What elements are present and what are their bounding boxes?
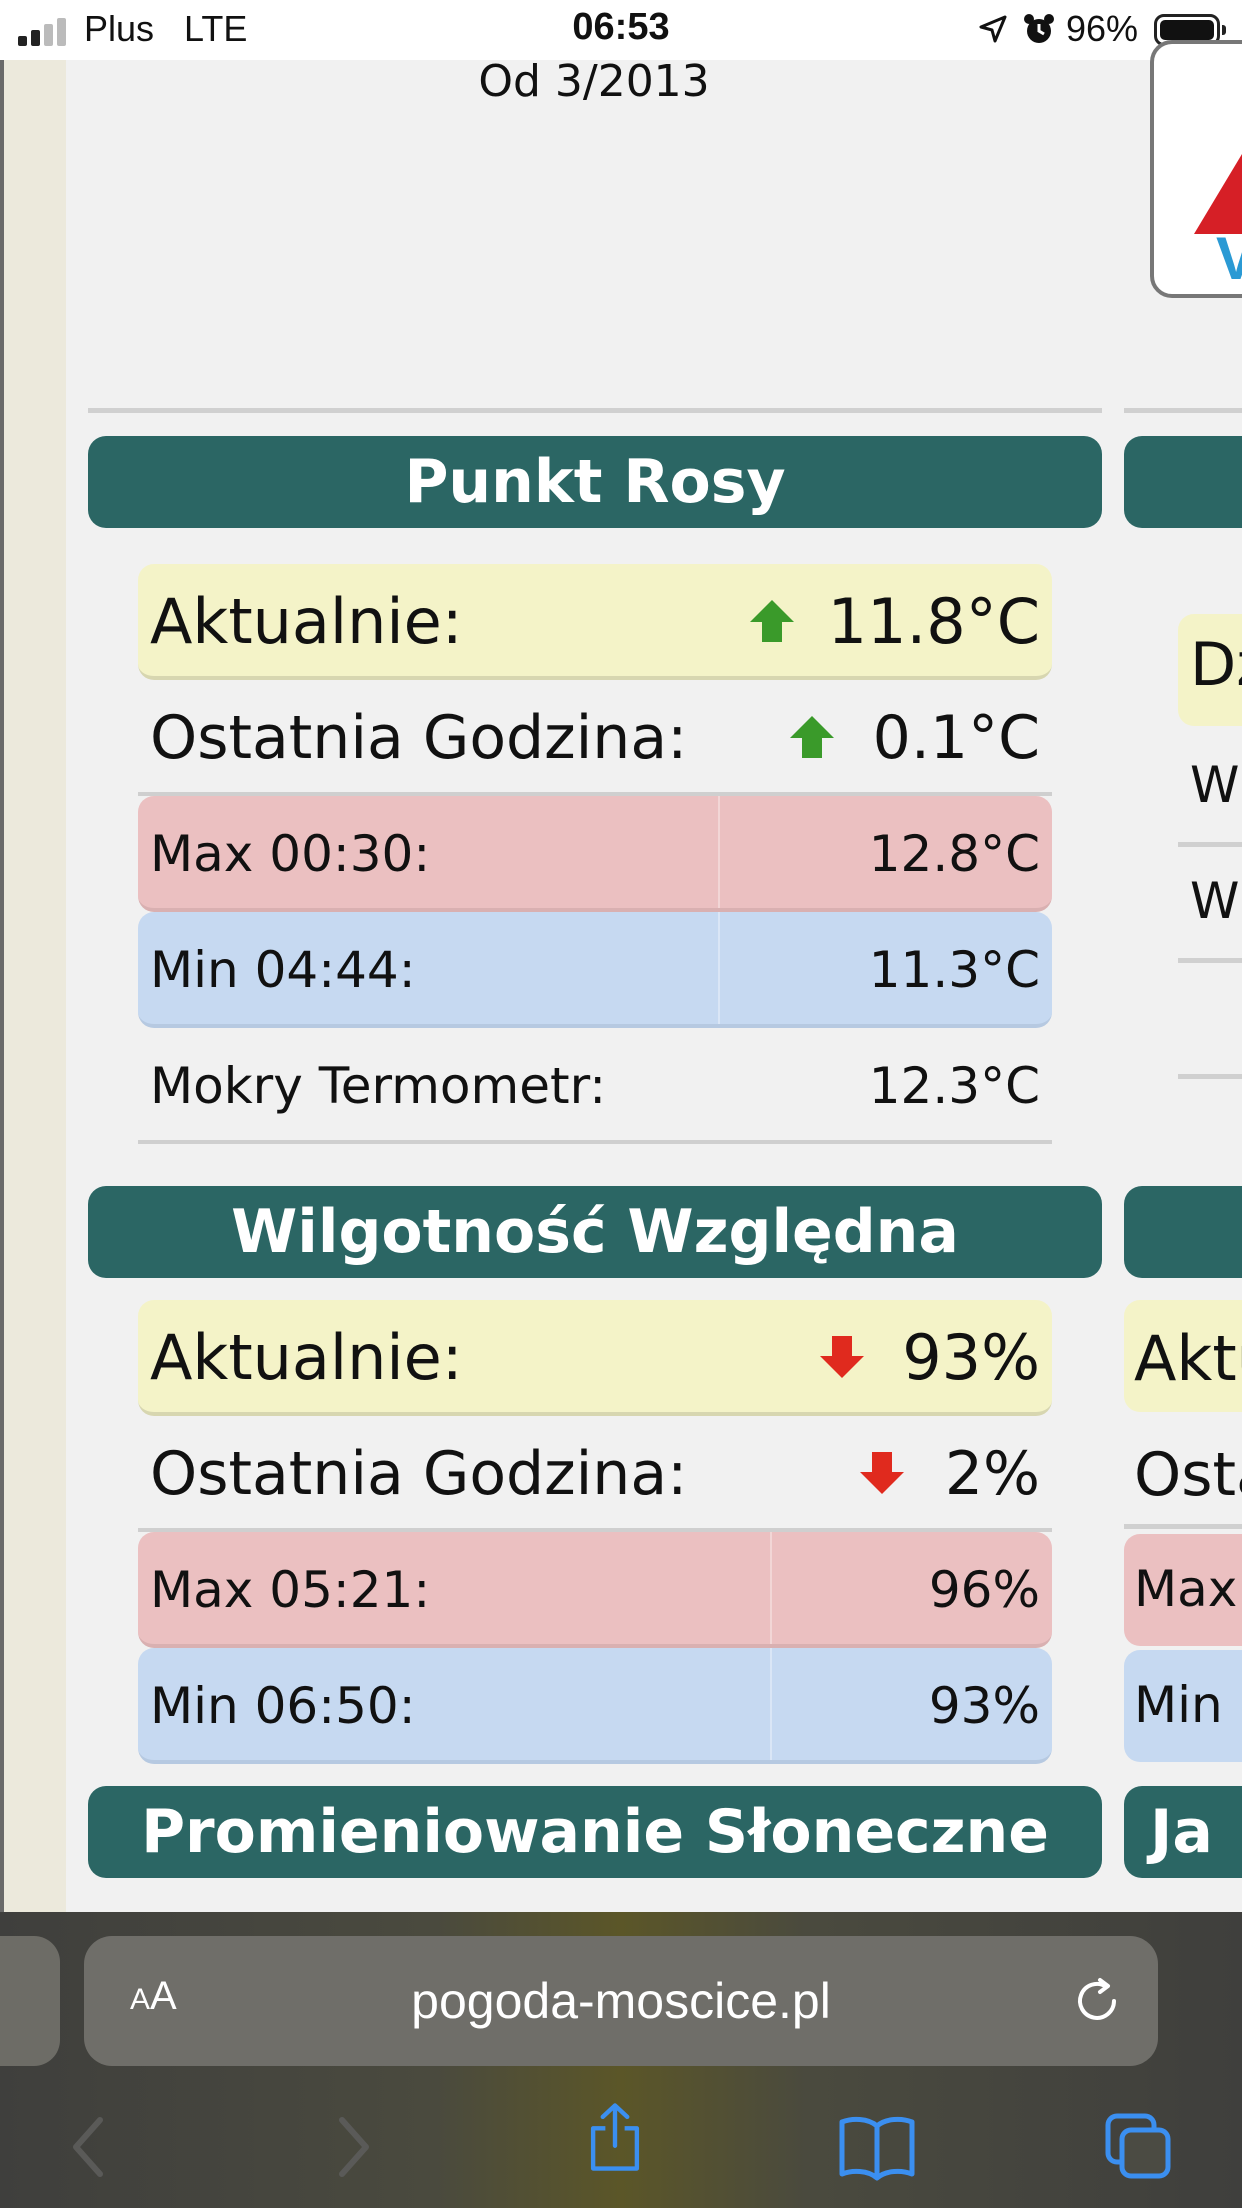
battery-percent: 96%: [1066, 8, 1139, 49]
browser-toolbar: AA pogoda-moscice.pl: [0, 1912, 1242, 2208]
divider: [1178, 842, 1242, 847]
address-bar[interactable]: AA pogoda-moscice.pl: [84, 1936, 1158, 2066]
reload-icon[interactable]: [1070, 1974, 1124, 2028]
right-column-text: Max: [1134, 1560, 1238, 1618]
humidity-last-hour-row: Ostatnia Godzina: 2%: [138, 1416, 1052, 1532]
dew-point-max-row: Max 00:30: 12.8°C: [138, 796, 1052, 912]
row-label: Max 00:30:: [150, 825, 431, 883]
right-column-header: Ja: [1124, 1786, 1242, 1878]
dew-point-current-row: Aktualnie: 11.8°C: [138, 564, 1052, 680]
humidity-current-row: Aktualnie: 93%: [138, 1300, 1052, 1416]
bookmarks-icon[interactable]: [838, 2112, 916, 2182]
trend-down-icon: [820, 1336, 864, 1380]
row-label: Aktualnie:: [150, 585, 463, 658]
right-column-text: Osta: [1134, 1440, 1242, 1510]
right-column-text: W: [1190, 872, 1240, 930]
dew-point-header: Punkt Rosy: [88, 436, 1102, 528]
humidity-min-row: Min 06:50: 93%: [138, 1648, 1052, 1764]
dew-point-wet-bulb-row: Mokry Termometr: 12.3°C: [138, 1028, 1052, 1144]
humidity-table: Aktualnie: 93% Ostatnia Godzina: 2% Max …: [138, 1300, 1052, 1764]
divider: [1124, 408, 1242, 413]
row-label: Max 05:21:: [150, 1561, 431, 1619]
row-value: 93%: [902, 1321, 1040, 1394]
right-column-text: W: [1190, 756, 1240, 814]
url-text[interactable]: pogoda-moscice.pl: [84, 1972, 1158, 2030]
row-value: 12.8°C: [868, 825, 1040, 883]
divider: [88, 408, 1102, 413]
dew-point-min-row: Min 04:44: 11.3°C: [138, 912, 1052, 1028]
back-icon[interactable]: [66, 2112, 110, 2182]
row-value: 12.3°C: [868, 1057, 1040, 1115]
share-icon[interactable]: [584, 2102, 646, 2172]
station-since-label: Od 3/2013: [478, 56, 710, 107]
row-value: 11.8°C: [827, 585, 1040, 658]
previous-tab-preview[interactable]: [0, 1936, 60, 2066]
row-value: 93%: [928, 1677, 1040, 1735]
dew-point-table: Aktualnie: 11.8°C Ostatnia Godzina: 0.1°…: [138, 564, 1052, 1144]
logo-letter-icon: V: [1216, 224, 1242, 293]
row-value: 2%: [944, 1439, 1040, 1509]
location-arrow-icon: [979, 15, 1007, 43]
row-label: Min 06:50:: [150, 1677, 416, 1735]
trend-up-icon: [750, 600, 794, 644]
humidity-max-row: Max 05:21: 96%: [138, 1532, 1052, 1648]
forward-icon[interactable]: [332, 2112, 376, 2182]
row-label: Ostatnia Godzina:: [150, 703, 688, 773]
right-column-header: [1124, 436, 1242, 528]
station-logo[interactable]: V: [1150, 40, 1242, 298]
row-value: 96%: [928, 1561, 1040, 1619]
divider: [1124, 1524, 1242, 1529]
row-label: Mokry Termometr:: [150, 1057, 607, 1115]
divider: [1178, 1074, 1242, 1079]
right-column-text: Dz: [1190, 630, 1242, 700]
trend-down-icon: [860, 1452, 904, 1496]
logo-triangle-icon: [1194, 134, 1242, 234]
status-bar: Plus LTE 06:53 96%: [0, 0, 1242, 60]
row-label: Aktualnie:: [150, 1321, 463, 1394]
row-label: Min 04:44:: [150, 941, 416, 999]
humidity-header: Wilgotność Względna: [88, 1186, 1102, 1278]
row-value: 11.3°C: [868, 941, 1040, 999]
right-column-text: Aktu: [1134, 1322, 1242, 1395]
dew-point-last-hour-row: Ostatnia Godzina: 0.1°C: [138, 680, 1052, 796]
row-value: 0.1°C: [872, 703, 1040, 773]
page-left-border: [0, 60, 66, 1912]
row-label: Ostatnia Godzina:: [150, 1439, 688, 1509]
solar-radiation-header: Promieniowanie Słoneczne: [88, 1786, 1102, 1878]
alarm-clock-icon: [1024, 14, 1054, 43]
right-column-header: [1124, 1186, 1242, 1278]
right-column-text: Min: [1134, 1676, 1223, 1734]
tabs-icon[interactable]: [1104, 2112, 1174, 2182]
trend-up-icon: [790, 716, 834, 760]
divider: [1178, 958, 1242, 963]
